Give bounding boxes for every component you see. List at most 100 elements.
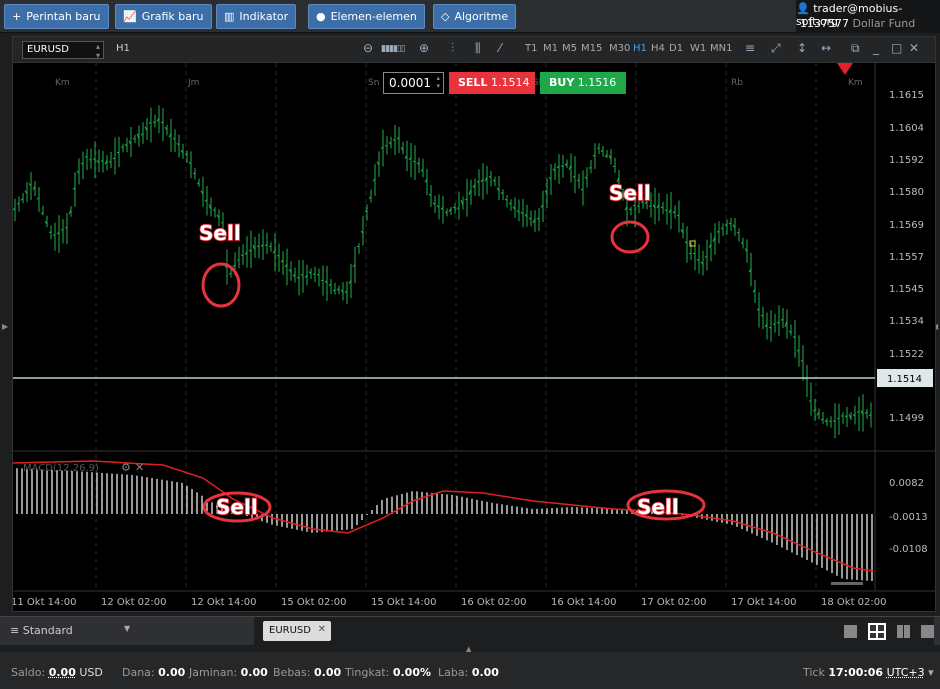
layout-single-icon[interactable] — [844, 625, 857, 638]
candle-open — [332, 289, 336, 292]
server-time: Tick 17:00:06 UTC+3 ▾ — [803, 666, 934, 679]
close-tab-icon[interactable]: ✕ — [318, 624, 326, 635]
indicator-f-icon[interactable]: ≡ — [745, 41, 755, 55]
jaminan: Jaminan: 0.00 — [189, 666, 268, 679]
minimize-icon[interactable]: _ — [873, 41, 879, 55]
indicators-button[interactable]: ▥ Indikator — [216, 4, 297, 29]
candle-open — [412, 160, 416, 163]
stepper-icon[interactable]: ▴ ▾ — [436, 74, 440, 90]
candle-open — [720, 227, 724, 230]
zoom-in-icon[interactable]: ⊕ — [419, 41, 429, 55]
menu-icon: ≡ — [10, 624, 20, 637]
time-label: 12 Okt 14:00 — [191, 597, 256, 608]
timeframe-h4[interactable]: H4 — [651, 43, 665, 54]
user-icon: 👤 — [796, 2, 810, 15]
status-bar: Saldo: 0.00 USD Dana: 0.00 Jaminan: 0.00… — [0, 652, 940, 689]
timezone-select[interactable]: UTC+3 — [887, 666, 925, 679]
line-type-icon[interactable]: ⁄ — [499, 41, 501, 55]
candle-open — [560, 165, 564, 168]
day-label: Km — [848, 78, 863, 88]
sell-annotation-circle — [201, 262, 241, 308]
close-icon[interactable]: ✕ — [909, 41, 919, 55]
saldo: Saldo: 0.00 USD — [11, 666, 103, 679]
candle-open — [312, 273, 316, 276]
candle-open — [828, 420, 832, 423]
time-label: 16 Okt 02:00 — [461, 597, 526, 608]
layout-columns-icon[interactable] — [897, 625, 910, 638]
popout-icon[interactable]: ⧉ — [851, 41, 860, 56]
timeframe-m30[interactable]: M30 — [609, 43, 630, 54]
time-label: 11 Okt 14:00 — [13, 597, 76, 608]
maximize-icon[interactable]: □ — [891, 41, 902, 55]
chevron-updown-icon: ▴ ▾ — [95, 42, 100, 60]
time-label: 17 Okt 02:00 — [641, 597, 706, 608]
bar-type-icon[interactable]: ⫶ — [451, 41, 454, 56]
elements-button[interactable]: ● Elemen-elemen — [308, 4, 425, 29]
timeframe-d1[interactable]: D1 — [669, 43, 683, 54]
new-chart-button[interactable]: 📈 Grafik baru — [115, 4, 212, 29]
chevron-icon: ▾ — [924, 666, 934, 679]
draw-line-icon[interactable]: ⤢ — [771, 41, 781, 56]
vertical-line-icon[interactable]: ↕ — [797, 41, 807, 55]
timeframe-m15[interactable]: M15 — [581, 43, 602, 54]
timeframe-m1[interactable]: M1 — [543, 43, 558, 54]
timeframe-mn1[interactable]: MN1 — [710, 43, 732, 54]
price-tick: 1.1580 — [889, 187, 924, 198]
day-label: Rb — [731, 78, 743, 88]
price-tick: 1.1499 — [889, 413, 924, 424]
sell-button[interactable]: SELL 1.1514 — [449, 72, 535, 94]
zoom-slider[interactable]: ▮▮▮▮▯▯ — [381, 44, 406, 54]
price-tick: 1.1592 — [889, 155, 924, 166]
time-label: 18 Okt 02:00 — [821, 597, 886, 608]
macd-label: MACD(12,26,9) — [23, 463, 99, 474]
candle-open — [800, 360, 804, 362]
tab-eurusd[interactable]: EURUSD ✕ — [263, 621, 331, 641]
candle-open — [736, 231, 740, 234]
bebas: Bebas: 0.00 — [273, 666, 342, 679]
day-label: Sn — [368, 78, 379, 88]
main-toolbar: + Perintah baru 📈 Grafik baru ▥ Indikator ●… — [0, 0, 940, 33]
time-label: 17 Okt 14:00 — [731, 597, 796, 608]
account-panel[interactable]: 👤 trader@mobius-soft.org 1137577 Dollar … — [796, 0, 940, 33]
price-tick: 1.1604 — [889, 123, 924, 134]
candle-open — [52, 234, 56, 236]
candle-open — [80, 162, 84, 165]
symbol-select[interactable]: EURUSD ▴ ▾ — [22, 41, 104, 60]
algorithms-button[interactable]: ◇ Algoritme — [433, 4, 517, 29]
chart-scrollbar[interactable] — [831, 582, 863, 585]
workspace-select[interactable]: ≡ Standard ▼ — [10, 624, 130, 637]
candle-open — [320, 279, 324, 282]
macd-tick: 0.0082 — [889, 478, 924, 489]
resize-handle-icon[interactable]: ▲ — [466, 645, 474, 653]
chart-toolbar: EURUSD ▴ ▾ H1 ⊖ ▮▮▮▮▯▯ ⊕ ⫶ ⫼ ⁄ T1 M1 M5 M15 M3… — [13, 37, 935, 63]
timeframe-w1[interactable]: W1 — [690, 43, 706, 54]
dana: Dana: 0.00 — [122, 666, 186, 679]
price-tick: 1.1569 — [889, 220, 924, 231]
macd-tick: -0.0108 — [889, 544, 928, 555]
layout-rows-icon[interactable] — [921, 625, 934, 638]
zoom-out-icon[interactable]: ⊖ — [363, 41, 373, 55]
candle-open — [116, 151, 120, 154]
layout-grid-icon[interactable] — [868, 623, 886, 640]
quantity-input[interactable]: 0.0001 ▴ ▾ — [383, 72, 444, 94]
left-expand-arrow[interactable]: ▶ — [2, 322, 8, 331]
sell-annotation-label: Sell — [216, 495, 258, 519]
candle-open — [108, 161, 112, 163]
current-price-text: 1.1514 — [887, 374, 922, 385]
timeframe-t1[interactable]: T1 — [525, 43, 537, 54]
candle-open — [464, 198, 468, 201]
price-tick: 1.1534 — [889, 316, 924, 327]
diamond-icon: ◇ — [441, 10, 450, 23]
new-order-button[interactable]: + Perintah baru — [4, 4, 109, 29]
close-indicator-icon[interactable]: ✕ — [135, 461, 144, 474]
timeframe-m5[interactable]: M5 — [562, 43, 577, 54]
timeframe-h1[interactable]: H1 — [633, 43, 647, 54]
candle-type-icon[interactable]: ⫼ — [475, 41, 481, 56]
horizontal-line-icon[interactable]: ↔ — [821, 41, 831, 55]
workspace-bar: ≡ Standard ▼ EURUSD ✕ — [0, 616, 940, 646]
people-icon: ● — [316, 10, 326, 23]
price-chart[interactable]: Km Jm Sn Sl Rb Km 1.16151.16041.15921.15801.1… — [13, 63, 935, 611]
price-tick: 1.1615 — [889, 90, 924, 101]
settings-icon[interactable]: ⚙ — [121, 461, 131, 474]
buy-button[interactable]: BUY 1.1516 — [540, 72, 626, 94]
